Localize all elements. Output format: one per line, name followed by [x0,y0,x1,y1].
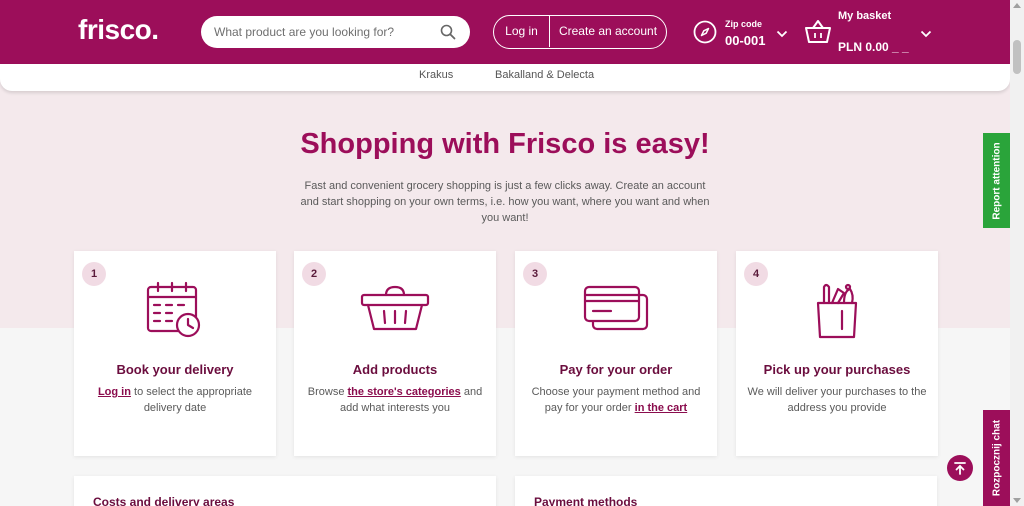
step-description: Log in to select the appropriate deliver… [97,386,253,414]
step-description: Browse the store's categories and add wh… [307,386,483,414]
payment-methods-card[interactable]: Payment methods [515,476,937,506]
zip-code-label: Zip code [725,19,763,29]
zip-code-value[interactable]: 00-001 [725,33,765,48]
brand-link-krakus[interactable]: Krakus [419,69,453,81]
step-card-pick-up: 4 Pick up your purchases We will deliver… [736,251,938,456]
auth-buttons: Log in Create an account [493,15,667,49]
page: frisco. Log in Create an account Zip cod… [0,0,1010,506]
step-title: Pay for your order [559,362,673,377]
delivery-costs-title: Costs and delivery areas [93,495,235,506]
step-card-book-delivery: 1 Book your delivery Log in to select th… [74,251,276,456]
step-card-add-products: 2 Add products Browse the store's catego… [294,251,496,456]
login-button[interactable]: Log in [494,16,549,47]
step-number-badge: 4 [744,262,768,286]
arrow-up-icon [954,462,966,475]
start-chat-tab[interactable]: Rozpocznij chat [983,410,1010,506]
credit-cards-icon [581,281,651,341]
start-chat-label: Rozpocznij chat [991,419,1002,497]
top-header: frisco. Log in Create an account Zip cod… [0,0,1010,64]
step-title: Book your delivery [116,362,234,377]
step-title: Add products [352,362,438,377]
login-link[interactable]: Log in [98,386,131,398]
basket-icon [360,281,430,341]
calendar-clock-icon [140,281,210,341]
step-card-pay-order: 3 Pay for your order Choose your payment… [515,251,717,456]
search-icon[interactable] [440,24,456,45]
store-categories-link[interactable]: the store's categories [348,386,461,398]
scroll-down-arrow-icon[interactable] [1013,498,1021,503]
step-number-badge: 2 [302,262,326,286]
payment-illustration-icon [855,502,905,506]
step-description: We will deliver your purchases to the ad… [747,386,927,414]
basket-icon[interactable] [804,19,832,50]
grocery-bag-icon [802,281,872,341]
search-input[interactable] [214,23,424,41]
payment-methods-title: Payment methods [534,495,638,506]
delivery-costs-card[interactable]: Costs and delivery areas [74,476,496,506]
scroll-to-top-button[interactable] [947,455,973,481]
frisco-logo[interactable]: frisco. [78,14,159,46]
brands-strip: Krakus Bakalland & Delecta [0,64,1010,91]
step-number-badge: 1 [82,262,106,286]
page-title: Shopping with Frisco is easy! [300,128,710,160]
scroll-up-arrow-icon[interactable] [1013,3,1021,8]
vertical-scrollbar[interactable] [1010,0,1024,506]
brand-link-bakalland[interactable]: Bakalland & Delecta [495,69,594,81]
compass-icon[interactable] [693,20,717,49]
step-description: Choose your payment method and pay for y… [531,386,701,414]
cart-link[interactable]: in the cart [635,402,688,414]
report-attention-label: Report attention [991,141,1002,220]
basket-label[interactable]: My basket [838,10,891,22]
step-number-badge: 3 [523,262,547,286]
step-title: Pick up your purchases [763,362,911,377]
basket-total[interactable]: PLN 0.00 _ _ [838,40,909,54]
report-attention-tab[interactable]: Report attention [983,133,1010,228]
create-account-button[interactable]: Create an account [550,16,666,47]
basket-chevron-down-icon[interactable] [920,26,932,44]
scroll-thumb[interactable] [1013,40,1021,74]
zip-chevron-down-icon[interactable] [776,26,788,44]
search-box [201,16,470,48]
hero-description: Fast and convenient grocery shopping is … [300,180,710,224]
